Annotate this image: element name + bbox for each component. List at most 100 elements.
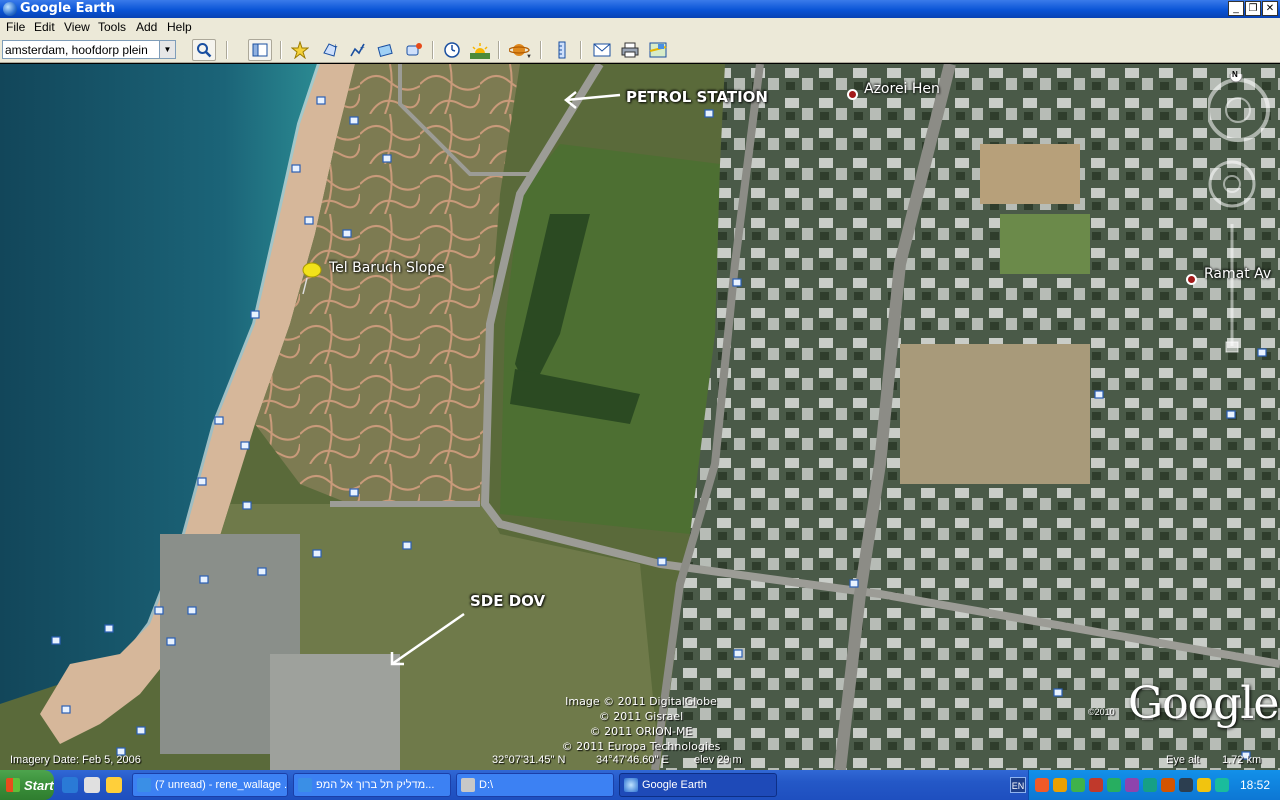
language-indicator[interactable]: EN [1010, 777, 1026, 793]
place-dot-icon[interactable] [847, 89, 858, 100]
menu-bar: File Edit View Tools Add Help [0, 18, 1280, 37]
add-image-overlay-button[interactable] [374, 39, 398, 61]
sidebar-toggle-icon [252, 43, 268, 57]
start-button[interactable]: Start [0, 770, 54, 800]
toolbar-separator [280, 41, 282, 59]
menu-help[interactable]: Help [167, 20, 192, 34]
close-button[interactable]: ✕ [1262, 1, 1278, 16]
add-path-button[interactable]: + [346, 39, 370, 61]
windows-media-icon[interactable] [84, 777, 100, 793]
add-polygon-button[interactable]: + [318, 39, 342, 61]
earth-3d-view[interactable]: PETROL STATION SDE DOV Azorei Hen Ramat … [0, 64, 1280, 770]
windows-flag-icon [6, 778, 20, 792]
browser-icon [298, 778, 312, 792]
sde-dov-label: SDE DOV [470, 592, 546, 610]
polygon-icon: + [323, 42, 338, 57]
tray-icon[interactable] [1107, 778, 1121, 792]
tour-icon [406, 43, 422, 56]
menu-view[interactable]: View [64, 20, 90, 34]
windows-taskbar: Start (7 unread) - rene_wallage ... מדלי… [0, 770, 1280, 800]
svg-text:+: + [360, 43, 365, 52]
task-mail-window[interactable]: (7 unread) - rene_wallage ... [132, 773, 288, 797]
record-tour-button[interactable] [402, 39, 426, 61]
place-label-azorei-hen[interactable]: Azorei Hen [864, 81, 940, 97]
menu-edit[interactable]: Edit [34, 20, 55, 34]
tray-icon[interactable] [1035, 778, 1049, 792]
search-dropdown-button[interactable]: ▼ [159, 41, 175, 58]
placemark-label-tel-baruch[interactable]: Tel Baruch Slope [329, 260, 445, 276]
imagery-date: Imagery Date: Feb 5, 2006 [10, 754, 141, 766]
tray-icon[interactable] [1071, 778, 1085, 792]
task-hebrew-window[interactable]: מדליק תל ברוך אל המפ... [293, 773, 451, 797]
toolbar-separator [226, 41, 228, 59]
tray-icon[interactable] [1089, 778, 1103, 792]
look-joystick-icon [1225, 97, 1251, 123]
search-combobox[interactable]: ▼ [2, 40, 176, 59]
add-placemark-button[interactable] [288, 39, 312, 61]
email-button[interactable] [590, 39, 614, 61]
historical-imagery-icon [444, 42, 460, 58]
minimize-button[interactable]: _ [1228, 1, 1244, 16]
window-title: Google Earth [20, 1, 116, 16]
tray-icon[interactable] [1053, 778, 1067, 792]
google-earth-window: Google Earth _ ❐ ✕ File Edit View Tools … [0, 0, 1280, 800]
title-bar[interactable]: Google Earth _ ❐ ✕ [0, 0, 1280, 18]
historical-imagery-button[interactable] [440, 39, 464, 61]
place-dot-icon[interactable] [1186, 274, 1197, 285]
navigation-controls-graphic [1208, 74, 1270, 353]
google-logo: Google [1128, 678, 1279, 729]
switch-planet-button[interactable]: ▼ [508, 39, 532, 61]
compass-ring-icon [1208, 78, 1270, 142]
tray-icon[interactable] [1215, 778, 1229, 792]
planets-icon: ▼ [509, 44, 531, 59]
sidebar-toggle-button[interactable] [248, 39, 272, 61]
print-icon [621, 42, 639, 58]
tray-icon[interactable] [1197, 778, 1211, 792]
ruler-icon [558, 41, 566, 59]
elevation-readout: elev 29 m [694, 754, 742, 766]
eye-alt-label: Eye alt [1166, 754, 1200, 766]
google-earth-icon [624, 778, 638, 792]
tray-icon[interactable] [1179, 778, 1193, 792]
task-label: D:\ [479, 779, 494, 791]
print-button[interactable] [618, 39, 642, 61]
task-label: מדליק תל ברוך אל המפ... [316, 779, 435, 791]
toolbar: ▼ + + ▼ [0, 37, 1280, 63]
toolbar-separator [432, 41, 434, 59]
clock[interactable]: 18:52 [1240, 778, 1270, 792]
google-earth-app-icon [3, 2, 17, 16]
tray-icon[interactable] [1125, 778, 1139, 792]
tray-icon[interactable] [1143, 778, 1157, 792]
search-input[interactable] [5, 42, 160, 57]
start-label: Start [24, 777, 54, 793]
system-tray: 18:52 [1028, 770, 1280, 800]
search-button[interactable] [192, 39, 216, 61]
navigation-controls: N [1208, 70, 1272, 414]
task-google-earth[interactable]: Google Earth [619, 773, 777, 797]
maximize-button[interactable]: ❐ [1245, 1, 1261, 16]
path-icon: + [350, 43, 365, 57]
svg-text:+: + [333, 42, 338, 51]
menu-add[interactable]: Add [136, 20, 157, 34]
longitude-readout: 34°47'46.60" E [596, 754, 669, 766]
show-desktop-icon[interactable] [106, 777, 122, 793]
internet-explorer-icon[interactable] [62, 777, 78, 793]
move-joystick-icon [1208, 160, 1256, 208]
petrol-station-label: PETROL STATION [626, 88, 768, 106]
eye-alt-value: 1.72 km [1222, 754, 1262, 766]
browser-icon [137, 778, 151, 792]
credit-line: Image © 2011 DigitalGlobe [565, 695, 717, 708]
view-in-maps-button[interactable] [646, 39, 670, 61]
tray-icon[interactable] [1161, 778, 1175, 792]
menu-tools[interactable]: Tools [98, 20, 126, 34]
credit-line: © 2011 ORION-ME [589, 725, 693, 738]
task-explorer-window[interactable]: D:\ [456, 773, 614, 797]
task-label: Google Earth [642, 779, 707, 791]
ruler-button[interactable] [550, 39, 574, 61]
menu-file[interactable]: File [6, 20, 25, 34]
drive-icon [461, 778, 475, 792]
image-overlay-icon [377, 43, 393, 57]
sunlight-button[interactable] [468, 39, 492, 61]
status-bar: Imagery Date: Feb 5, 2006 32°07'31.45" N… [0, 752, 1280, 770]
copyright-year: ©2010 [1088, 707, 1115, 717]
